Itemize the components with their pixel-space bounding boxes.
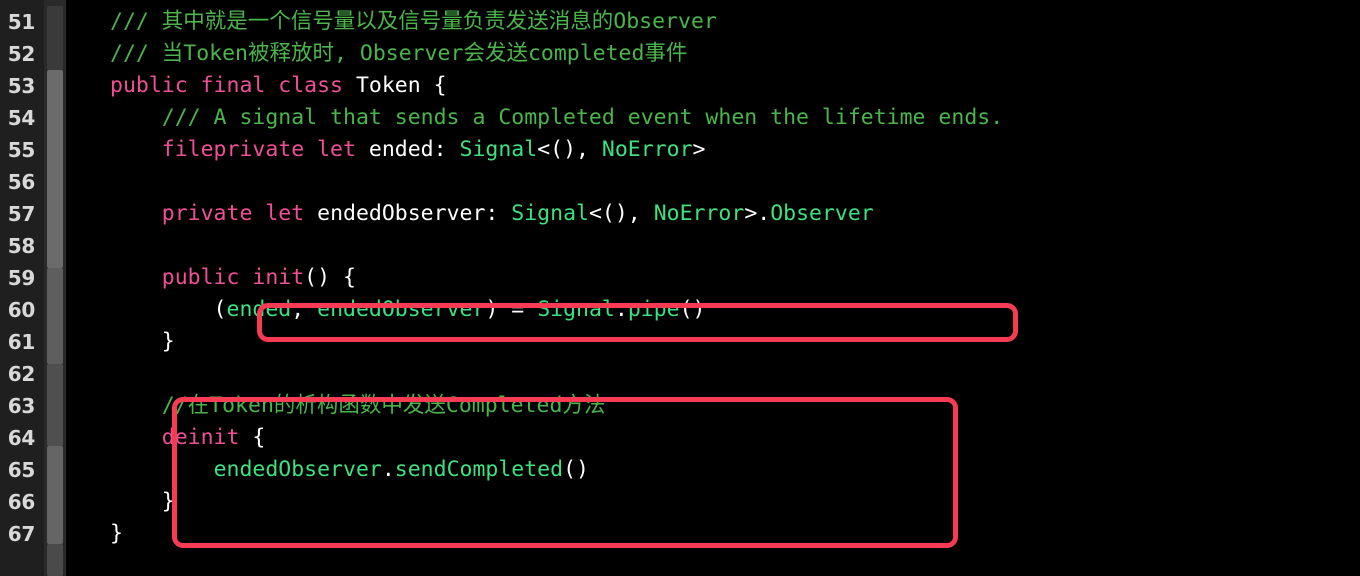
- fold-bar-level-2[interactable]: [47, 70, 63, 268]
- code-token: Signal: [511, 201, 589, 226]
- line-number: 51: [7, 10, 36, 34]
- code-token: NoError: [601, 137, 693, 162]
- line-number: 61: [7, 330, 36, 354]
- line-number: 66: [7, 490, 36, 514]
- code-token: }: [110, 521, 123, 546]
- fold-bar-level-4[interactable]: [47, 364, 63, 446]
- code-token: ) =: [485, 297, 538, 322]
- code-token: >: [692, 137, 706, 162]
- fold-bar-level-5[interactable]: [47, 446, 63, 544]
- code-token: //在Token的析构函数中发送Completed方法: [161, 393, 606, 418]
- fold-bar-level-6[interactable]: [47, 544, 63, 576]
- code-line[interactable]: }: [66, 518, 1360, 550]
- code-token: NoError: [653, 201, 745, 226]
- line-number: 62: [7, 362, 36, 386]
- code-content-area[interactable]: /// 其中就是一个信号量以及信号量负责发送消息的Observer /// 当To…: [66, 0, 1360, 576]
- code-line[interactable]: [66, 166, 1360, 198]
- line-number: 59: [7, 266, 36, 290]
- code-token: sendCompleted: [394, 457, 564, 482]
- code-token: <(),: [537, 137, 602, 162]
- code-line[interactable]: public final class Token {: [66, 70, 1360, 102]
- code-token: ,: [291, 297, 318, 322]
- code-line[interactable]: /// A signal that sends a Completed even…: [66, 102, 1360, 134]
- code-token: (): [563, 457, 589, 482]
- code-token: }: [110, 329, 175, 354]
- code-editor[interactable]: 51 52 53 54 55 56 57 58 59 60 61 62 63 64 65 66 67 /// 其…: [0, 0, 1360, 576]
- code-token: endedObserver: [317, 297, 486, 322]
- code-line[interactable]: deinit {: [66, 422, 1360, 454]
- code-token: fileprivate let: [161, 137, 369, 162]
- code-token: >.: [744, 201, 771, 226]
- code-token: .: [381, 457, 395, 482]
- code-token: private let: [161, 201, 318, 226]
- code-line[interactable]: private let endedObserver: Signal<(), No…: [66, 198, 1360, 230]
- code-token: public init: [161, 265, 305, 290]
- code-token: endedObserver: [317, 201, 486, 226]
- code-token: /// 当Token被释放时, Observer会发送completed事件: [110, 41, 688, 66]
- line-number: 56: [7, 170, 36, 194]
- code-line[interactable]: //在Token的析构函数中发送Completed方法: [66, 390, 1360, 422]
- code-token: (: [110, 297, 227, 322]
- line-number-gutter: 51 52 53 54 55 56 57 58 59 60 61 62 63 64 65 66 67: [0, 0, 44, 576]
- code-token: {: [433, 73, 447, 98]
- code-token: public final class: [110, 73, 356, 98]
- line-number: 57: [7, 202, 36, 226]
- line-number: 55: [7, 138, 36, 162]
- code-line[interactable]: (ended, endedObserver) = Signal.pipe(): [66, 294, 1360, 326]
- code-token: /// 其中就是一个信号量以及信号量负责发送消息的Observer: [110, 9, 717, 34]
- code-line[interactable]: }: [66, 326, 1360, 358]
- code-token: (): [679, 297, 706, 322]
- code-line[interactable]: [66, 230, 1360, 262]
- code-token: pipe: [627, 297, 680, 322]
- code-token: Observer: [770, 201, 874, 226]
- code-line[interactable]: public init() {: [66, 262, 1360, 294]
- code-token: /// A signal that sends a Completed even…: [161, 105, 1004, 130]
- code-token: }: [110, 489, 175, 514]
- code-line[interactable]: fileprivate let ended: Signal<(), NoErro…: [66, 134, 1360, 166]
- code-token: Token: [355, 73, 434, 98]
- line-number-list: 51 52 53 54 55 56 57 58 59 60 61 62 63 64 65 66 67: [0, 0, 44, 550]
- code-line[interactable]: /// 当Token被释放时, Observer会发送completed事件: [66, 38, 1360, 70]
- code-token: {: [239, 425, 266, 450]
- fold-bar-level-3[interactable]: [47, 268, 63, 364]
- code-token: endedObserver: [213, 457, 382, 482]
- line-number: 65: [7, 458, 36, 482]
- code-line[interactable]: [66, 358, 1360, 390]
- code-token: <(),: [588, 201, 654, 226]
- line-number: 63: [7, 394, 36, 418]
- code-line[interactable]: }: [66, 486, 1360, 518]
- code-token: :: [433, 137, 460, 162]
- code-token: () {: [304, 265, 356, 290]
- code-token: Signal: [459, 137, 538, 162]
- line-number: 64: [7, 426, 36, 450]
- fold-bar-level-1[interactable]: [47, 6, 63, 70]
- code-line-list: /// 其中就是一个信号量以及信号量负责发送消息的Observer /// 当To…: [66, 0, 1360, 550]
- code-line[interactable]: /// 其中就是一个信号量以及信号量负责发送消息的Observer: [66, 6, 1360, 38]
- line-number: 53: [7, 74, 36, 98]
- line-number: 67: [7, 522, 36, 546]
- code-token: :: [485, 201, 512, 226]
- code-token: .: [614, 297, 628, 322]
- line-number: 54: [7, 106, 36, 130]
- code-token: deinit: [161, 425, 240, 450]
- line-number: 58: [7, 234, 36, 258]
- code-token: ended: [226, 297, 292, 322]
- code-fold-column[interactable]: [44, 0, 66, 576]
- code-token: Signal: [537, 297, 615, 322]
- code-line[interactable]: endedObserver.sendCompleted(): [66, 454, 1360, 486]
- code-token: ended: [368, 137, 434, 162]
- line-number: 52: [7, 42, 36, 66]
- line-number: 60: [7, 298, 36, 322]
